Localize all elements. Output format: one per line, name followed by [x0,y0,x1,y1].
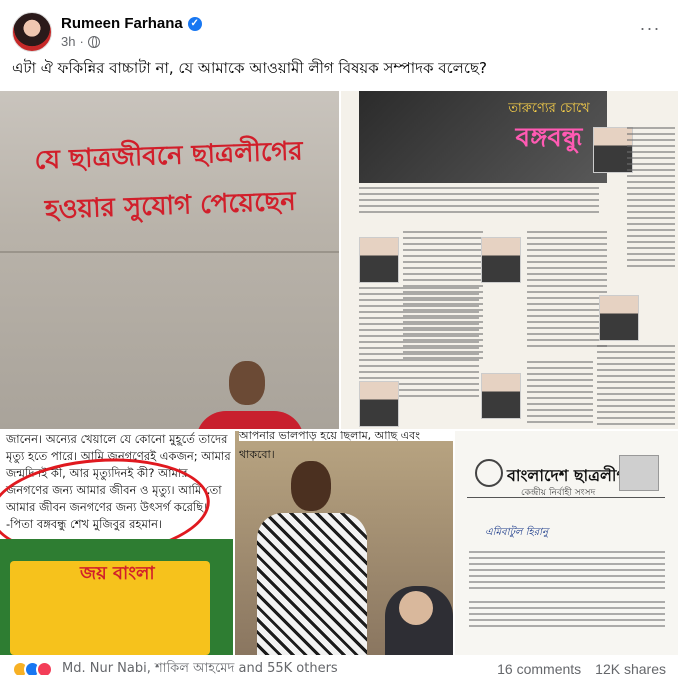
letter-body [469,551,665,591]
letter-addressee: এমিবাটুল হিরানু [485,527,549,538]
post-meta: 3h · [61,34,202,49]
column-text [527,361,593,425]
post-text: এটা ঐ ফকিন্নির বাচ্চাটা না, যে আমাকে আওয… [12,59,487,77]
column-photo [599,295,639,341]
red-shirt [196,411,304,429]
post-header: Rumeen Farhana ✓ 3h · ··· [12,10,666,54]
engagement-counts: 16 comments 12K shares [497,661,666,675]
column-text [527,231,607,351]
post-footer: Md. Nur Nabi, শাকিল আহমেদ and 55K others… [12,659,666,675]
author-avatar[interactable] [12,12,52,52]
man-face [399,591,433,625]
author-row: Rumeen Farhana ✓ [61,15,202,32]
column-photo [481,237,521,283]
photo-kurta[interactable]: আপনার ভালপাড় হয়ে ছিলাম, আছি এবং থাকবো। [235,431,453,655]
person-red-shirt [196,361,304,429]
comments-count[interactable]: 16 comments [497,661,581,675]
post-time[interactable]: 3h [61,34,75,49]
mural: জয় বাংলা [0,539,233,655]
shares-count[interactable]: 12K shares [595,661,666,675]
seal-emblem [475,459,503,487]
photo-quote-mural[interactable]: জানেন। অন্যের খেয়ালে যে কোনো মুহূর্তে ত… [0,431,233,655]
photo-newspaper[interactable]: তারুণ্যের চোখে বঙ্গবন্ধু [341,91,678,429]
column-text [627,127,675,267]
mural-text: জয় বাংলা [80,563,155,584]
love-reaction-icon[interactable] [36,660,53,675]
graffiti-line-2: হওয়ার সুযোগ পেয়েছেন [44,186,297,226]
header-text: Rumeen Farhana ✓ 3h · [61,15,202,49]
person-head [291,461,331,511]
wall-line [0,251,339,253]
photo-caption: আপনার ভালপাড় হয়ে ছিলাম, আছি এবং থাকবো। [239,431,453,461]
globe-privacy-icon[interactable] [87,35,100,48]
author-name[interactable]: Rumeen Farhana [61,15,183,32]
intro-text [359,187,599,217]
verified-badge-icon: ✓ [187,16,202,31]
meta-separator: · [79,34,84,49]
reactors-summary[interactable]: Md. Nur Nabi, শাকিল আহমেদ and 55K others [62,659,338,675]
graffiti-text: যে ছাত্রজীবনে ছাত্রলীগের হওয়ার সুযোগ পে… [0,125,339,237]
column-photo [359,237,399,283]
letterhead-portrait [619,455,659,491]
column-text [597,345,675,425]
column-photo [481,373,521,419]
patterned-kurta [257,513,367,655]
letterhead-rule [467,497,665,498]
more-options-icon[interactable]: ··· [638,18,662,42]
photo-letterhead[interactable]: বাংলাদেশ ছাত্রলীগ কেন্দ্রীয় নির্বাহী সং… [455,431,678,655]
newspaper-banner: তারুণ্যের চোখে বঙ্গবন্ধু [359,91,607,183]
photo-graffiti-wall[interactable]: যে ছাত্রজীবনে ছাত্রলীগের হওয়ার সুযোগ পে… [0,91,339,429]
column-photo [359,381,399,427]
letter-body [469,601,665,631]
person-head [229,361,265,405]
